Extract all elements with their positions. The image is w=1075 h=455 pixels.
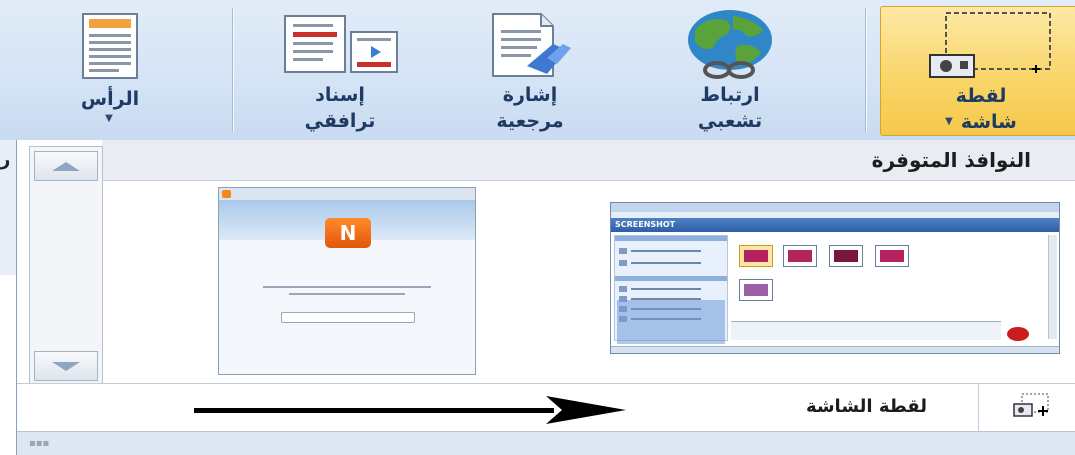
cross-reference-button[interactable]: إسناد ترافقي [240, 6, 440, 134]
available-windows-dropdown: النوافذ المتوفرة N SCREENSHOT لقطة الشاش… [16, 140, 1075, 455]
screenshot-label-line2: شاشة [960, 111, 1017, 133]
gallery-resize-strip[interactable]: ▪▪▪ [17, 431, 1075, 455]
gallery-card [829, 245, 863, 267]
document-edge-char: ر [0, 149, 11, 170]
cross-reference-label-line1: إسناد [315, 84, 365, 106]
gallery-header: النوافذ المتوفرة [102, 140, 1075, 181]
gallery-card [875, 245, 909, 267]
window-thumbnail-word[interactable]: SCREENSHOT [610, 202, 1060, 354]
thumbnail-scrollbar [1048, 235, 1057, 339]
triangle-up-icon [52, 161, 80, 171]
thumbnail-text-line [289, 293, 405, 295]
bookmark-label-line1: إشارة [502, 84, 558, 106]
screen-clipping-icon [1013, 393, 1049, 417]
pane-item-icon [619, 286, 627, 292]
document-edge: ر [0, 140, 17, 275]
hyperlink-label-line1: ارتباط [700, 84, 760, 106]
pane-header [615, 276, 727, 281]
gallery-card [739, 279, 773, 301]
screenshot-icon [929, 12, 1051, 78]
pane-header [615, 236, 727, 241]
bookmark-icon [492, 13, 571, 77]
window-thumbnail-nimbuzz[interactable]: N [218, 187, 476, 375]
header-icon [82, 13, 138, 79]
globe-link-icon [688, 10, 772, 79]
hyperlink-label-line2: تشعبي [697, 110, 763, 132]
gallery-card [783, 245, 817, 267]
pane-selection [617, 300, 725, 344]
resize-grip-icon[interactable]: ▪▪▪ [29, 438, 49, 449]
pane-item [631, 288, 701, 290]
thumbnail-banner-text: SCREENSHOT [615, 220, 676, 229]
thumbnail-bottom-strip [731, 321, 1001, 340]
bookmark-button[interactable]: إشارة مرجعية [440, 6, 620, 134]
screenshot-label-line2-wrap: ▼ شاشة [945, 109, 1017, 135]
header-label: الرأس [80, 88, 140, 110]
footer-separator [978, 384, 979, 432]
app-icon [222, 190, 231, 198]
thumbnail-button [281, 312, 415, 323]
pane-item-icon [619, 260, 627, 266]
gallery-scrollbar[interactable] [29, 146, 103, 388]
chevron-down-icon[interactable]: ▼ [945, 115, 955, 129]
pane-item-icon [619, 248, 627, 254]
screenshot-button[interactable]: لقطة ▼ شاشة [880, 6, 1075, 136]
pane-item [631, 262, 701, 264]
screenshot-label-line1: لقطة [955, 85, 1007, 107]
cross-reference-icon [284, 15, 398, 73]
ribbon-group-separator [865, 8, 866, 132]
ribbon: الرأس ▼ إسناد ترافقي إشارة مرجعية ارتباط… [0, 0, 1075, 141]
thumbnail-red-shape [1007, 327, 1029, 341]
screen-clipping-item[interactable]: لقطة الشاشة [17, 384, 1075, 432]
thumbnail-task-pane [614, 235, 728, 344]
thumbnail-titlebar [611, 203, 1059, 212]
thumbnail-banner: SCREENSHOT [611, 218, 1059, 232]
thumbnail-statusbar [611, 346, 1059, 353]
cross-reference-label-line2: ترافقي [304, 110, 376, 132]
available-windows-title: النوافذ المتوفرة [871, 148, 1031, 172]
thumbnail-text-line [263, 286, 431, 288]
gallery-card [739, 245, 773, 267]
ribbon-group-separator [232, 8, 233, 132]
hyperlink-button[interactable]: ارتباط تشعبي [640, 6, 820, 134]
nimbuzz-logo: N [325, 218, 371, 248]
bookmark-label-line2: مرجعية [496, 110, 564, 132]
chevron-down-icon: ▼ [105, 113, 115, 124]
scroll-down-button[interactable] [34, 351, 98, 381]
header-button[interactable]: الرأس ▼ [35, 6, 185, 134]
pane-item [631, 250, 701, 252]
screen-clipping-label: لقطة الشاشة [805, 396, 927, 417]
scroll-up-button[interactable] [34, 151, 98, 181]
pointer-arrow-icon [194, 396, 626, 424]
triangle-down-icon [52, 361, 80, 371]
